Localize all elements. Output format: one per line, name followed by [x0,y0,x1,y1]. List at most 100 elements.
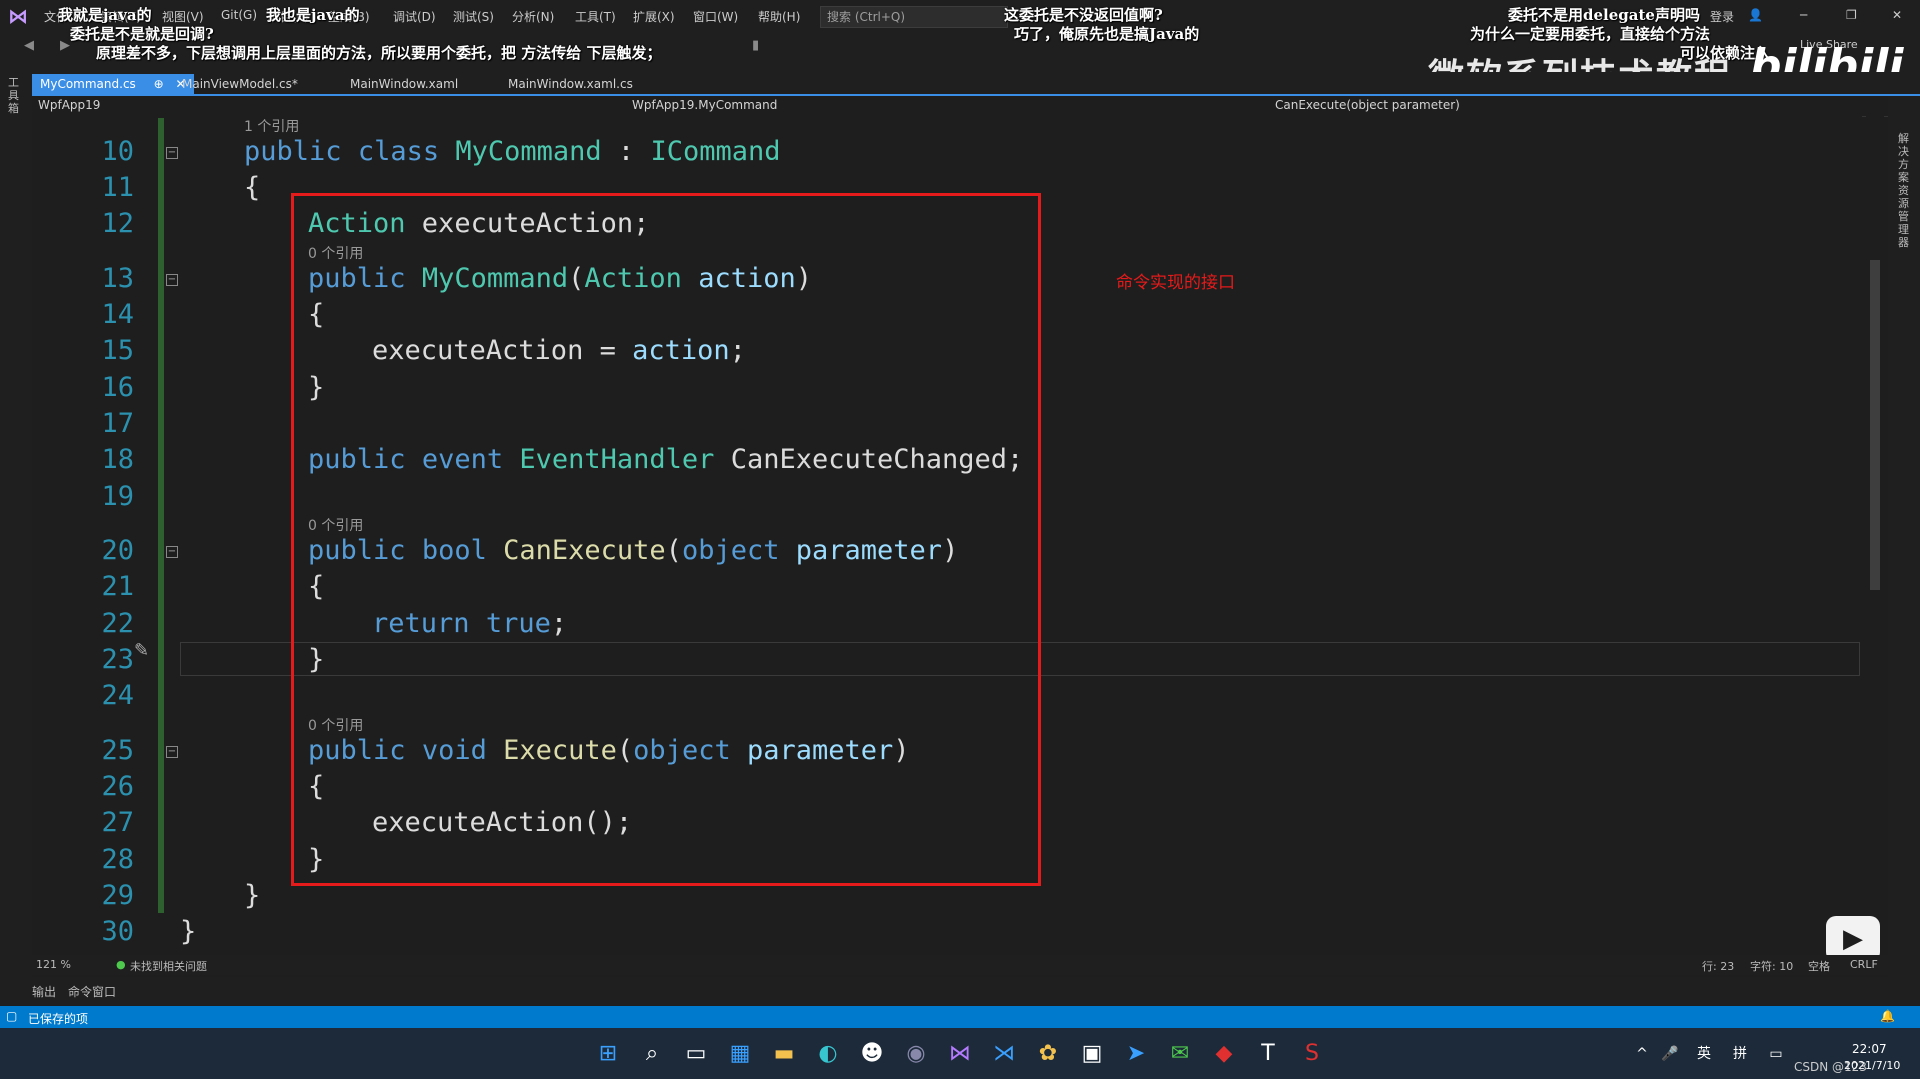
tab-mainviewmodel[interactable]: MainViewModel.cs* [174,74,306,94]
tab-mainwindow-xaml[interactable]: MainWindow.xaml [342,74,466,94]
bookmark-icon[interactable]: ▮ [752,38,759,53]
collapse-toggle[interactable]: − [166,147,178,159]
app-icon[interactable]: ◉ [902,1040,930,1068]
scrollbar-thumb[interactable] [1870,260,1880,590]
annotation-text: 命令实现的接口 [1116,273,1235,293]
danmaku-comment: 巧了，俺原先也是搞Java的 [1014,25,1200,43]
tab-mainwindow-xaml-cs[interactable]: MainWindow.xaml.cs [500,74,641,94]
line-number: 18 [101,444,134,475]
file-explorer-icon[interactable]: ▬ [770,1040,798,1068]
project-dropdown[interactable]: WpfApp19 [38,98,100,112]
line-number: 30 [101,916,134,947]
restore-icon[interactable]: ❐ [1846,8,1857,22]
cursor-col: 字符: 10 [1750,960,1794,973]
store-icon[interactable]: ▣ [1078,1040,1106,1068]
line-number: 27 [101,807,134,838]
forward-icon[interactable]: ▶ [60,38,70,53]
menu-help[interactable]: 帮助(H) [758,8,800,25]
saved-status: 已保存的项 [28,1012,89,1026]
toolbox-tab[interactable]: 工具箱 [8,76,22,115]
line-number: 25 [101,735,134,766]
ime-mode[interactable]: 拼 [1726,1040,1754,1068]
line-number: 14 [101,299,134,330]
line-ending[interactable]: CRLF [1850,958,1878,971]
danmaku-comment: 委托不是用delegate声明吗 [1508,6,1700,24]
line-number: 11 [101,172,134,203]
line-number: 20 [101,535,134,566]
keyword: class [357,136,440,167]
edge-browser-icon[interactable]: ◐ [814,1040,842,1068]
zoom-level[interactable]: 121 % [36,958,71,971]
login-link[interactable]: 登录 [1710,8,1734,25]
highlight-box [291,193,1041,886]
menu-debug[interactable]: 调试(D) [393,8,436,25]
search-input[interactable]: 搜索 (Ctrl+Q) [820,6,1008,28]
visual-studio-icon[interactable]: ⋈ [946,1040,974,1068]
line-number: 12 [101,208,134,239]
collapse-toggle[interactable]: − [166,746,178,758]
cursor-row: 行: 23 [1702,960,1735,973]
collapse-toggle[interactable]: − [166,546,178,558]
interface-name: ICommand [650,136,781,167]
app-icon[interactable]: ◆ [1210,1040,1238,1068]
saved-icon: ▢ [6,1009,18,1023]
codelens-references[interactable]: 1 个引用 [244,116,299,136]
bottom-panel-tabs: 输出 命令窗口 [0,977,1920,1005]
punct: : [601,136,651,167]
menu-extensions[interactable]: 扩展(X) [633,8,675,25]
document-tab-bar: MyCommand.cs ⊕ ✕ MainViewModel.cs* MainW… [32,72,1920,96]
pin-icon[interactable]: ⊕ [154,77,164,91]
visual-studio-logo-icon[interactable]: ⋈ [8,4,34,30]
task-view-icon[interactable]: ▭ [682,1040,710,1068]
danmaku-comment: 这委托是不没返回值啊? [1004,6,1163,24]
right-tool-rail: 解决方案资源管理器 [1888,72,1920,990]
search-icon[interactable]: ⌕ [638,1040,666,1068]
tab-output[interactable]: 输出 [32,983,56,1000]
line-number: 13 [101,263,134,294]
member-dropdown[interactable]: CanExecute(object parameter) [1275,98,1460,112]
check-icon: ● [116,958,126,971]
qq-icon[interactable]: ☻ [858,1040,886,1068]
tab-mycommand[interactable]: MyCommand.cs ⊕ ✕ [32,74,194,94]
navigation-bar: WpfApp19 WpfApp19.MyCommand CanExecute(o… [32,96,1888,117]
windows-start-icon[interactable]: ⊞ [594,1040,622,1068]
back-icon[interactable]: ◀ [24,38,34,53]
line-number: 22 [101,608,134,639]
tab-command-window[interactable]: 命令窗口 [68,983,116,1000]
clock-date[interactable]: 2021/7/10 [1844,1059,1900,1072]
wechat-icon[interactable]: ✉ [1166,1040,1194,1068]
line-number: 10 [101,136,134,167]
code-line-10: public class MyCommand : ICommand [244,136,781,167]
app-icon[interactable]: S [1298,1040,1326,1068]
menu-git[interactable]: Git(G) [221,8,257,22]
microphone-icon[interactable]: 🎤 [1656,1040,1684,1068]
account-icon[interactable]: 👤 [1748,8,1763,22]
clock-time[interactable]: 22:07 [1852,1042,1887,1056]
collapse-toggle[interactable]: − [166,274,178,286]
typora-icon[interactable]: T [1254,1040,1282,1068]
line-number: 19 [101,481,134,512]
indent-mode[interactable]: 空格 [1808,958,1830,974]
line-number: 16 [101,372,134,403]
app-icon[interactable]: ✿ [1034,1040,1062,1068]
minimize-icon[interactable]: ─ [1800,8,1807,22]
menu-analyze[interactable]: 分析(N) [512,8,554,25]
menu-window[interactable]: 窗口(W) [693,8,738,25]
danmaku-comment: 我也是java的 [266,6,360,24]
tray-chevron-icon[interactable]: ^ [1628,1040,1656,1068]
solution-explorer-tab[interactable]: 解决方案资源管理器 [1898,132,1912,249]
menu-test[interactable]: 测试(S) [453,8,494,25]
class-dropdown[interactable]: WpfApp19.MyCommand [632,98,777,112]
change-tracking-bar [158,118,164,913]
widgets-icon[interactable]: ▦ [726,1040,754,1068]
app-icon[interactable]: ➤ [1122,1040,1150,1068]
menu-tools[interactable]: 工具(T) [575,8,616,25]
vscode-icon[interactable]: ⋊ [990,1040,1018,1068]
notification-icon[interactable]: 🔔 [1880,1009,1895,1023]
ime-lang[interactable]: 英 [1690,1040,1718,1068]
network-icon[interactable]: ▭ [1762,1040,1790,1068]
issues-status[interactable]: 未找到相关问题 [130,958,207,974]
line-number: 29 [101,880,134,911]
danmaku-comment: 我就是java的 [58,6,152,24]
close-window-icon[interactable]: ✕ [1892,8,1902,22]
